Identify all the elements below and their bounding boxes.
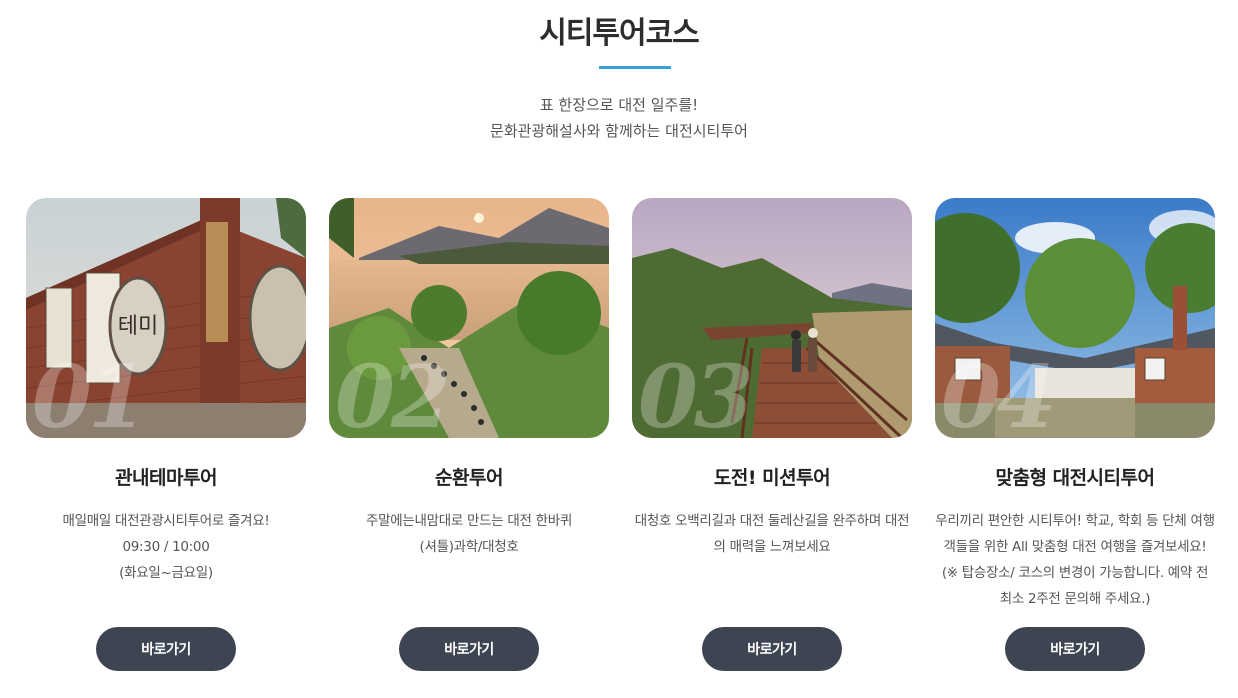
go-button-theme[interactable]: 바로가기 [96,627,236,671]
course-card-circular: 02 순환투어 주말에는내맘대로 만드는 대전 한바퀴 (셔틀)과학/대청호 바… [329,198,609,671]
course-description: 주말에는내맘대로 만드는 대전 한바퀴 (셔틀)과학/대청호 [315,508,623,560]
desc-line: 의 매력을 느껴보세요 [713,539,831,555]
subtitle-line-2: 문화관광해설사와 함께하는 대전시티투어 [490,122,748,140]
course-image-theme[interactable]: 테미 01 [26,198,306,438]
desc-line: (※ 탑승장소/ 코스의 변경이 가능합니다. 예약 전 [941,565,1209,581]
course-card-mission: 03 도전! 미션투어 대청호 오백리길과 대전 둘레산길을 완주하며 대전 의… [632,198,912,671]
title-underline [599,66,671,69]
course-image-mission[interactable]: 03 [632,198,912,438]
course-image-custom[interactable]: 04 [935,198,1215,438]
desc-line: 주말에는내맘대로 만드는 대전 한바퀴 [366,513,572,529]
desc-line: 09:30 / 10:00 [122,539,210,555]
desc-line: 객들을 위한 All 맞춤형 대전 여행을 즐겨보세요! [943,539,1207,555]
desc-line: 매일매일 대전관광시티투어로 즐겨요! [62,513,270,529]
course-number: 04 [941,347,1057,438]
course-number: 01 [32,347,148,438]
course-description: 우리끼리 편안한 시티투어! 학교, 학회 등 단체 여행 객들을 위한 All… [921,508,1229,612]
svg-text:테미: 테미 [118,314,158,339]
course-description: 매일매일 대전관광시티투어로 즐겨요! 09:30 / 10:00 (화요일~금… [12,508,320,586]
subtitle-line-1: 표 한장으로 대전 일주를! [539,96,699,114]
course-card-theme: 테미 01 관내테마투어 매일매일 대전관광시티투어로 즐겨요! 09:30 /… [26,198,306,671]
desc-line: 대청호 오백리길과 대전 둘레산길을 완주하며 대전 [634,513,910,529]
course-number: 02 [335,347,451,438]
course-title: 관내테마투어 [115,467,217,489]
desc-line: (셔틀)과학/대청호 [419,539,519,555]
section-subtitle: 표 한장으로 대전 일주를! 문화관광해설사와 함께하는 대전시티투어 [0,92,1238,144]
go-button-custom[interactable]: 바로가기 [1005,627,1145,671]
desc-line: (화요일~금요일) [119,565,213,581]
go-button-mission[interactable]: 바로가기 [702,627,842,671]
go-button-circular[interactable]: 바로가기 [399,627,539,671]
desc-line: 최소 2주전 문의해 주세요.) [999,591,1151,607]
course-title: 순환투어 [435,467,503,489]
course-title: 맞춤형 대전시티투어 [995,467,1155,489]
course-image-circular[interactable]: 02 [329,198,609,438]
course-number: 03 [638,347,754,438]
section-title: 시티투어코스 [539,16,700,51]
course-title: 도전! 미션투어 [713,467,831,489]
course-description: 대청호 오백리길과 대전 둘레산길을 완주하며 대전 의 매력을 느껴보세요 [618,508,926,560]
desc-line: 우리끼리 편안한 시티투어! 학교, 학회 등 단체 여행 [935,513,1215,529]
course-card-custom: 04 맞춤형 대전시티투어 우리끼리 편안한 시티투어! 학교, 학회 등 단체… [935,198,1215,671]
